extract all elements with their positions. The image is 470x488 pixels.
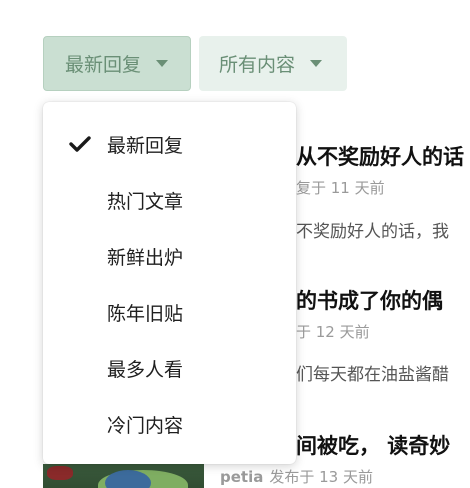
post-title[interactable]: 从不奖励好人的话: [296, 141, 464, 171]
post-author[interactable]: petia: [220, 468, 263, 486]
post-meta: 复于 11 天前: [296, 179, 385, 197]
caret-down-icon: [156, 60, 169, 67]
menu-item-oldest[interactable]: 陈年旧贴: [43, 292, 296, 332]
menu-item-label: 冷门内容: [107, 414, 184, 437]
menu-item-label: 新鲜出炉: [107, 246, 184, 269]
menu-item-label: 最新回复: [107, 134, 184, 157]
caret-down-icon: [310, 60, 323, 67]
menu-item-latest-reply[interactable]: 最新回复: [43, 124, 296, 164]
post-meta: petia 发布于 13 天前: [220, 466, 373, 487]
menu-item-label: 热门文章: [107, 190, 184, 213]
post-title[interactable]: 的书成了你的偶: [296, 285, 443, 315]
menu-item-newest[interactable]: 新鲜出炉: [43, 236, 296, 276]
menu-item-hot[interactable]: 热门文章: [43, 180, 296, 220]
scope-filter-button[interactable]: 所有内容: [199, 36, 347, 91]
post-excerpt: 不奖励好人的话，我: [296, 222, 449, 242]
post-title[interactable]: 间被吃， 读奇妙: [296, 430, 450, 460]
post-date: 发布于 13 天前: [269, 468, 373, 486]
post-excerpt: 们每天都在油盐酱醋: [296, 365, 449, 385]
post-meta: 于 12 天前: [296, 323, 370, 341]
sort-filter-label: 最新回复: [65, 54, 142, 76]
menu-item-unpopular[interactable]: 冷门内容: [43, 404, 296, 444]
check-icon: [69, 136, 91, 152]
thumbnail-shape: [47, 466, 73, 480]
sort-dropdown-menu: 最新回复 热门文章 新鲜出炉 陈年旧贴 最多人看 冷门内容: [43, 102, 296, 464]
menu-item-label: 最多人看: [107, 358, 184, 381]
menu-item-label: 陈年旧贴: [107, 302, 184, 325]
post-thumbnail[interactable]: [43, 464, 204, 488]
scope-filter-label: 所有内容: [219, 54, 296, 76]
sort-filter-button[interactable]: 最新回复: [43, 36, 191, 91]
menu-item-most-viewed[interactable]: 最多人看: [43, 348, 296, 388]
